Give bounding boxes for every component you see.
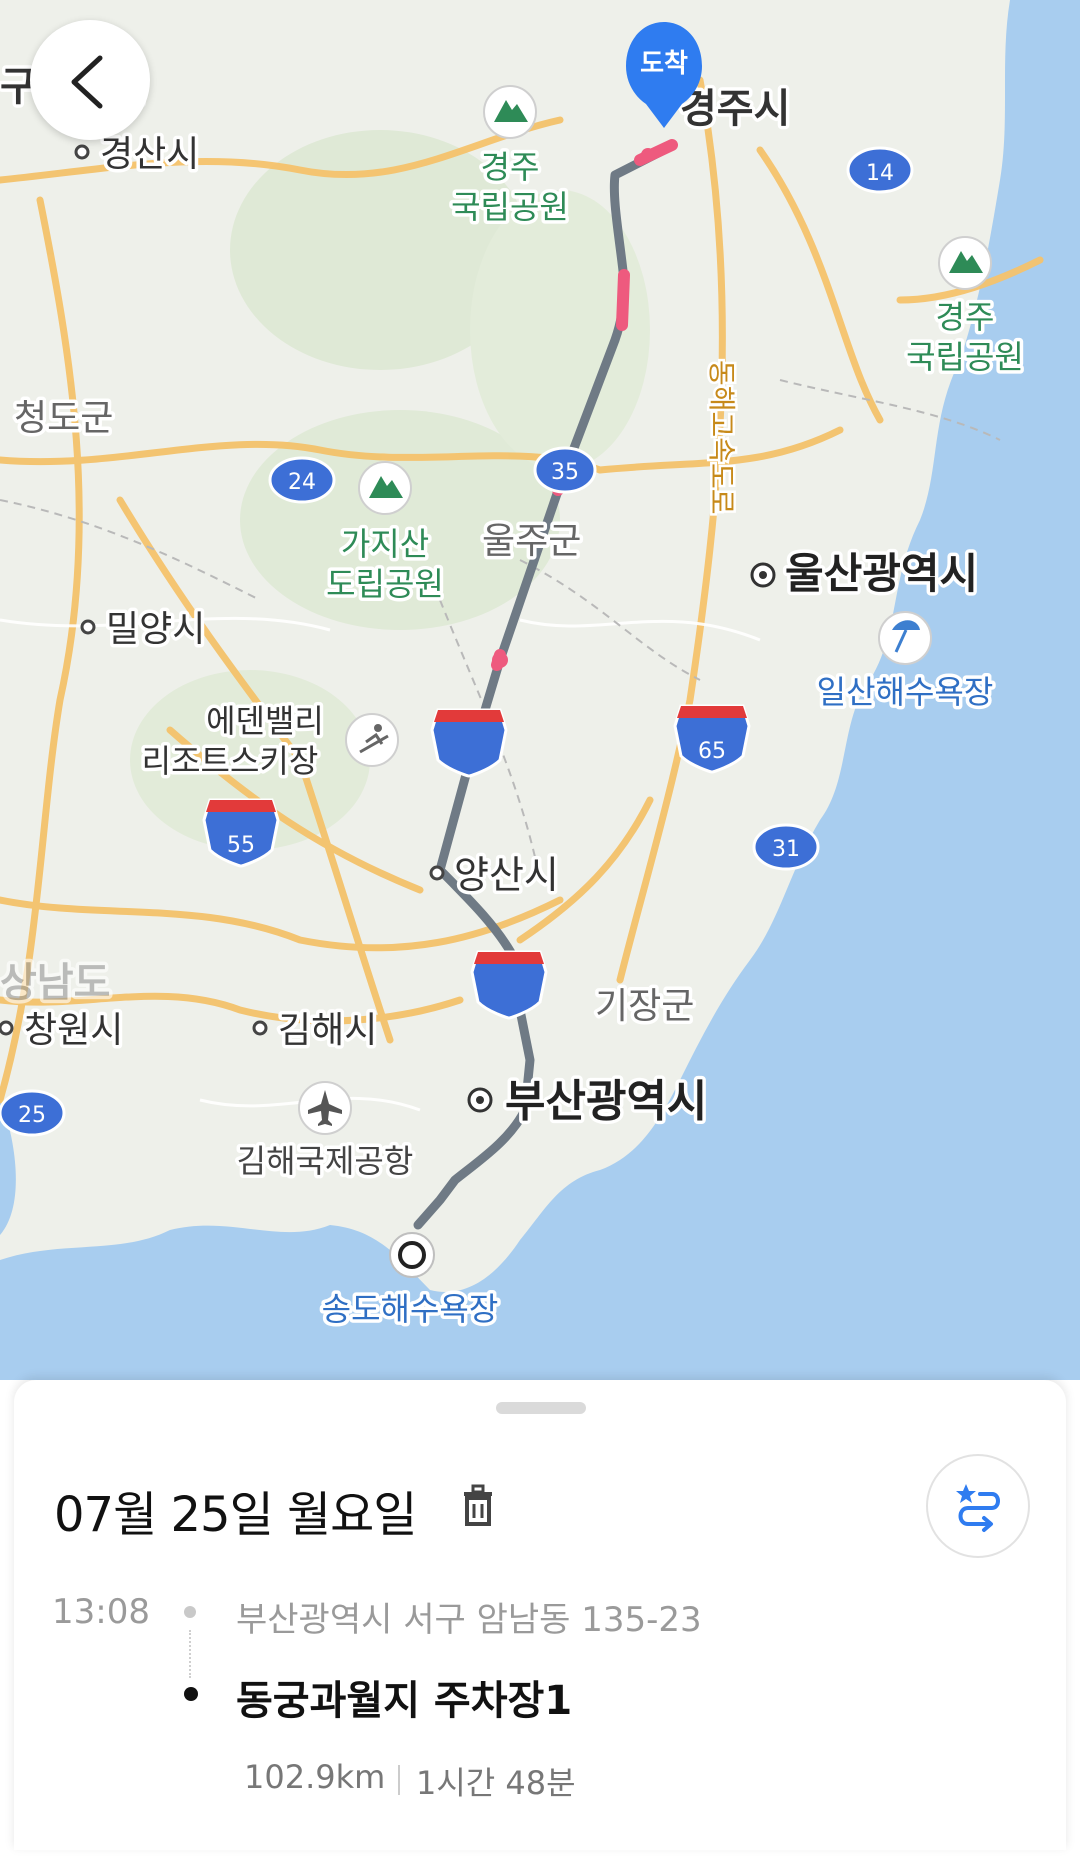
label-ulsan: 울산광역시 [785,549,978,598]
label-gimhae-airport: 김해국제공항 [237,1142,414,1180]
road-shield-25: 25 [0,1089,66,1137]
sheet-drag-handle[interactable] [496,1402,586,1414]
swap-route-button[interactable] [926,1454,1030,1558]
mountain-icon [358,461,412,515]
trip-detail-sheet: 07월 25일 월요일 13:08 부산광역시 서구 암남동 135-23 동궁… [14,1380,1066,1850]
label-donghae-expressway: 동해고속도로 [705,360,738,515]
svg-text:14: 14 [866,161,894,186]
road-shield-35: 35 [533,446,597,494]
label-gyeongju-park-2a: 경주 [936,298,995,336]
svg-text:24: 24 [288,470,316,495]
label-ulju: 울주군 [482,521,581,562]
label-gyeongsan: 경산시 [100,134,199,175]
label-cheongdo: 청도군 [14,398,113,439]
label-changwon: 창원시 [24,1010,123,1051]
origin-address: 부산광역시 서구 암남동 135-23 [236,1600,702,1640]
route-congestion-segment [616,269,630,331]
label-busan: 부산광역시 [505,1076,707,1127]
road-shield-14: 14 [846,146,914,194]
svg-text:65: 65 [698,739,726,764]
road-shield-24: 24 [268,456,336,504]
label-gyeongju-park-1a: 경주 [481,148,540,186]
label-miryang: 밀양시 [106,609,205,650]
trash-icon [464,1484,492,1526]
destination-dot [184,1687,198,1701]
road-shield-31: 31 [752,823,820,871]
trip-distance: 102.9km [244,1758,386,1796]
label-ilsan-beach: 일산해수욕장 [817,673,994,711]
delete-button[interactable] [458,1484,498,1532]
origin-dot [184,1606,196,1618]
ski-icon [345,713,399,767]
beach-icon [878,611,932,665]
svg-text:35: 35 [551,460,579,485]
destination-name: 동궁과월지 주차장1 [236,1678,573,1724]
swap-route-icon [956,1484,1000,1532]
svg-text:도착: 도착 [640,49,688,79]
mountain-icon [938,236,992,290]
origin-marker[interactable] [389,1232,435,1278]
mountain-icon [483,85,537,139]
route-map[interactable]: 14 24 35 31 25 65 55 경산시 경주 국립공원 경주시 경주 … [0,0,1080,1380]
label-gyeongju-park-1b: 국립공원 [451,188,569,226]
label-gajisan-a: 가지산 [341,525,429,563]
svg-text:25: 25 [18,1103,46,1128]
departure-time: 13:08 [52,1592,150,1632]
svg-text:55: 55 [227,833,255,858]
back-button[interactable] [30,20,150,140]
stat-separator [398,1765,400,1795]
label-yangsan: 양산시 [454,853,559,897]
airplane-icon [298,1081,352,1135]
label-eden-valley-a: 에덴밸리 [206,702,324,740]
label-gimhae: 김해시 [278,1010,377,1051]
back-arrow-icon [71,55,103,109]
label-gajisan-b: 도립공원 [326,565,444,603]
svg-text:31: 31 [772,837,800,862]
trip-date: 07월 25일 월요일 [54,1487,417,1543]
label-gijang: 기장군 [595,986,694,1027]
route-connector [189,1630,191,1678]
label-gyeongnam-partial: 상남도 [0,960,110,1006]
label-gyeongju-city: 경주시 [680,86,790,132]
label-songdo-beach: 송도해수욕장 [322,1290,499,1328]
label-gyeongju-park-2b: 국립공원 [906,338,1024,376]
label-eden-valley-b: 리조트스키장 [142,742,319,780]
trip-duration: 1시간 48분 [416,1764,576,1802]
